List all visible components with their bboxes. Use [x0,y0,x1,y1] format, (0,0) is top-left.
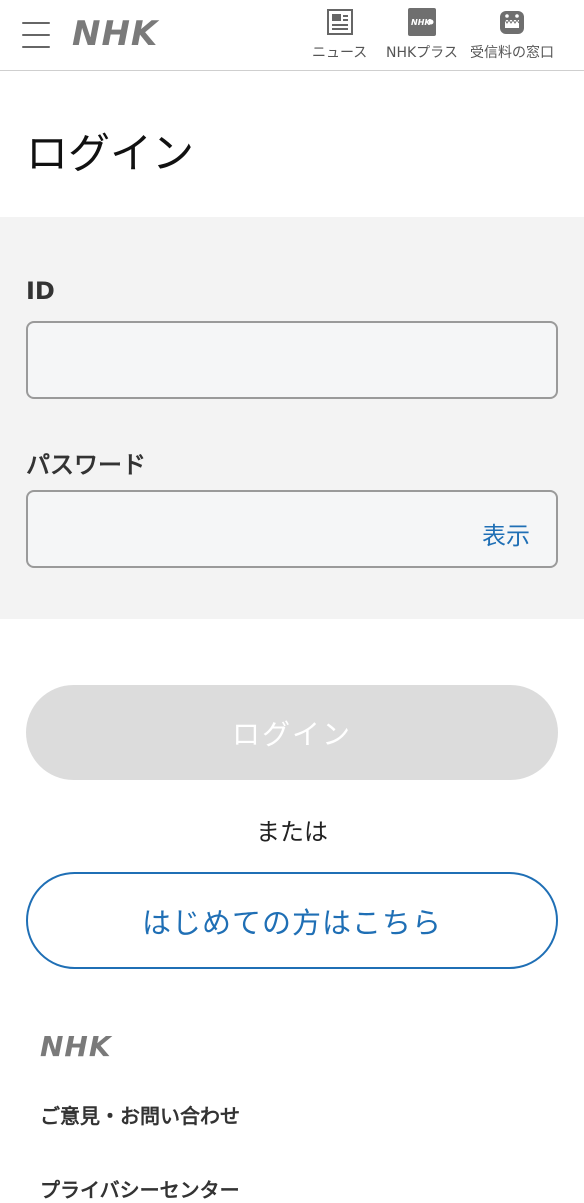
password-input[interactable] [28,492,556,566]
nhk-logo[interactable]: NHK [72,14,158,54]
domo-kun-icon [498,8,526,36]
top-header: NHK ニュース NHK NHKプラス 受信料の窓口 [0,0,584,71]
nhk-plus-icon: NHK [407,8,436,36]
nav-nhk-plus-label: NHKプラス [386,45,458,61]
first-time-user-button[interactable]: はじめての方はこちら [26,872,558,969]
password-field-wrapper: 表示 [26,490,558,568]
hamburger-menu-icon[interactable] [22,22,50,48]
page-title: ログイン [26,129,195,178]
login-form: ID パスワード 表示 [0,217,584,619]
or-separator: または [256,818,328,846]
show-password-toggle[interactable]: 表示 [482,516,530,551]
id-input[interactable] [28,323,556,397]
password-label: パスワード [26,451,146,479]
nav-license-fee[interactable]: 受信料の窓口 [470,8,554,62]
login-button[interactable]: ログイン [26,685,558,780]
nav-license-fee-label: 受信料の窓口 [470,45,554,61]
footer-nhk-logo[interactable]: NHK [40,1030,112,1063]
footer-link-contact[interactable]: ご意見・お問い合わせ [40,1100,240,1129]
nav-news[interactable]: ニュース [312,8,367,62]
svg-text:NHK: NHK [411,18,431,27]
nav-nhk-plus[interactable]: NHK NHKプラス [386,8,458,62]
newspaper-icon [326,8,354,36]
nav-news-label: ニュース [312,45,368,61]
footer-link-privacy[interactable]: プライバシーセンター [40,1174,240,1203]
id-field-wrapper [26,321,558,399]
id-label: ID [26,277,55,305]
